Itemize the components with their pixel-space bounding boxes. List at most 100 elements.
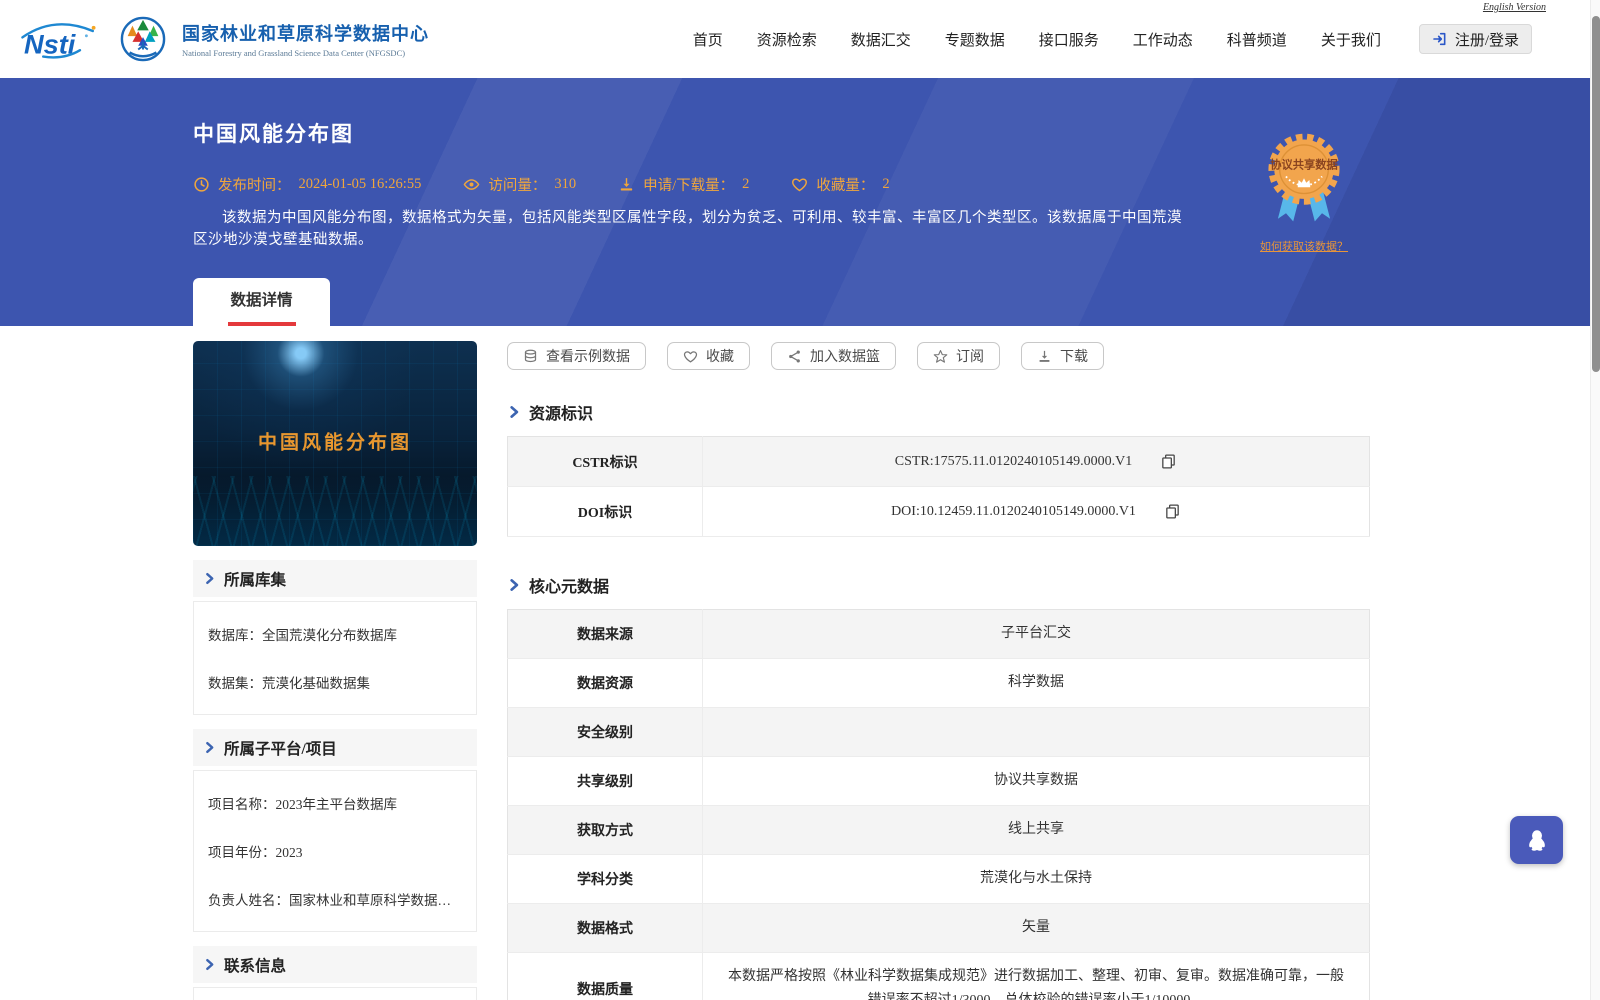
logo-group: Nsti 国家林业和草原科学数据中心 National Forestry and… (16, 13, 429, 65)
org-name-en: National Forestry and Grassland Science … (182, 48, 406, 58)
project-leader-item: 负责人姓名：国家林业和草原科学数据… (208, 893, 451, 908)
visit-count: 访问量： 310 (463, 174, 576, 195)
dataset-description: 该数据为中国风能分布图，数据格式为矢量，包括风能类型区属性字段，划分为贫乏、可利… (193, 210, 1182, 248)
security-level-value (702, 707, 1370, 757)
core-metadata-table: 数据来源 子平台汇交 数据资源 科学数据 安全级别 共享级别 协议共享数据 获取… (507, 609, 1370, 1000)
download-icon (620, 178, 633, 191)
table-row: 数据格式 矢量 (507, 903, 1370, 953)
page: Nsti 国家林业和草原科学数据中心 National Forestry and… (0, 0, 1590, 1000)
nav-item-topic-data[interactable]: 专题数据 (945, 29, 1005, 50)
view-sample-data-button[interactable]: 查看示例数据 (507, 342, 646, 370)
download-count-label: 申请/下载量： (643, 178, 735, 194)
data-source-value: 子平台汇交 (702, 609, 1370, 659)
download-label: 下载 (1060, 350, 1088, 365)
section-library-box: 数据库：全国荒漠化分布数据库 数据集：荒漠化基础数据集 (193, 601, 477, 715)
access-method-label: 获取方式 (507, 805, 703, 855)
table-row: 数据来源 子平台汇交 (507, 609, 1370, 659)
dataset-item: 数据集：荒漠化基础数据集 (208, 676, 370, 691)
table-row: 数据质量 本数据严格按照《林业科学数据集成规范》进行数据加工、整理、初审、复审。… (507, 952, 1370, 1000)
data-source-label: 数据来源 (507, 609, 703, 659)
section-contact-box: 冯益明 (193, 987, 477, 1000)
subscribe-label: 订阅 (956, 350, 984, 365)
english-version-link[interactable]: English Version (1483, 2, 1546, 13)
action-button-row: 查看示例数据 收藏 加入数据篮 订阅 下载 (507, 342, 1370, 370)
org-name: 国家林业和草原科学数据中心 (182, 24, 429, 44)
share-badge-block: 协议共享数据 如何获取该数据？ (1248, 128, 1360, 255)
chevron-right-icon (206, 572, 214, 585)
favorite-button[interactable]: 收藏 (667, 342, 750, 370)
data-resource-value: 科学数据 (702, 658, 1370, 708)
clock-icon (194, 177, 209, 192)
nav-item-work-news[interactable]: 工作动态 (1133, 29, 1193, 50)
section-subplatform-project: 所属子平台/项目 项目名称：2023年主平台数据库 项目年份：2023 负责人姓… (193, 729, 477, 932)
download-count-value: 2 (742, 176, 750, 192)
publish-time-value: 2024-01-05 16:26:55 (298, 176, 422, 192)
dataset-title: 中国风能分布图 (193, 122, 354, 146)
qq-icon (1528, 830, 1545, 851)
visit-count-value: 310 (554, 176, 577, 192)
qq-chat-button[interactable] (1510, 816, 1563, 864)
resource-id-title: 资源标识 (529, 406, 594, 423)
section-library-collection: 所属库集 数据库：全国荒漠化分布数据库 数据集：荒漠化基础数据集 (193, 560, 477, 715)
favorite-count-value: 2 (882, 176, 890, 192)
data-quality-label: 数据质量 (507, 952, 703, 1000)
badge-text: 协议共享数据 (1270, 157, 1338, 171)
subject-category-label: 学科分类 (507, 854, 703, 904)
cstr-label: CSTR标识 (507, 436, 703, 487)
eye-icon (463, 179, 480, 190)
heart-icon (683, 350, 698, 362)
section-contact-title: 联系信息 (224, 957, 287, 975)
nav-item-data-submission[interactable]: 数据汇交 (851, 29, 911, 50)
cstr-value: CSTR:17575.11.0120240105149.0000.V1 (894, 453, 1133, 469)
project-year-item: 项目年份：2023 (208, 845, 303, 860)
publish-time: 发布时间： 2024-01-05 16:26:55 (193, 174, 421, 195)
section-contact-info: 联系信息 冯益明 (193, 946, 477, 1000)
resource-id-table: CSTR标识 CSTR:17575.11.0120240105149.0000.… (507, 436, 1370, 537)
copy-icon[interactable] (1164, 503, 1181, 520)
download-button[interactable]: 下载 (1021, 342, 1104, 370)
login-register-button[interactable]: 注册/登录 (1418, 24, 1532, 54)
copy-icon[interactable] (1160, 453, 1177, 470)
nav-item-resource-search[interactable]: 资源检索 (757, 29, 817, 50)
chevron-right-icon (510, 406, 519, 418)
core-metadata-title: 核心元数据 (529, 579, 610, 596)
add-to-basket-label: 加入数据篮 (810, 350, 880, 365)
table-row: 学科分类 荒漠化与水土保持 (507, 854, 1370, 904)
nfgsdc-logo (120, 16, 166, 62)
protocol-share-badge: 协议共享数据 (1268, 133, 1340, 222)
dataset-thumbnail: 中国风能分布图 (193, 341, 477, 546)
tab-data-detail[interactable]: 数据详情 (193, 278, 330, 326)
access-method-value: 线上共享 (702, 805, 1370, 855)
view-sample-data-label: 查看示例数据 (546, 350, 630, 365)
table-row: 安全级别 (507, 707, 1370, 757)
main-content: 中国风能分布图 所属库集 数据库：全国荒漠化分布数据库 数据集：荒漠化基础数据集 (193, 326, 1370, 1000)
favorite-label: 收藏 (706, 350, 734, 365)
favorite-count: 收藏量： 2 (791, 174, 890, 195)
main-nav: 首页 资源检索 数据汇交 专题数据 接口服务 工作动态 科普频道 关于我们 (693, 29, 1381, 50)
database-item: 数据库：全国荒漠化分布数据库 (208, 628, 397, 643)
nav-item-science-channel[interactable]: 科普频道 (1227, 29, 1287, 50)
section-library-title: 所属库集 (224, 571, 287, 589)
chevron-right-icon (510, 579, 519, 591)
data-resource-label: 数据资源 (507, 658, 703, 708)
nav-item-about-us[interactable]: 关于我们 (1321, 29, 1381, 50)
subscribe-button[interactable]: 订阅 (917, 342, 1000, 370)
star-icon (933, 349, 948, 363)
login-icon (1433, 32, 1446, 46)
publish-time-label: 发布时间： (218, 178, 291, 194)
how-to-get-data-link[interactable]: 如何获取该数据？ (1260, 238, 1348, 254)
section-subplatform-box: 项目名称：2023年主平台数据库 项目年份：2023 负责人姓名：国家林业和草原… (193, 770, 477, 932)
section-contact-header: 联系信息 (193, 946, 477, 983)
download-count: 申请/下载量： 2 (618, 174, 749, 195)
login-register-label: 注册/登录 (1454, 32, 1519, 49)
nsti-logo: Nsti (21, 23, 96, 59)
share-level-label: 共享级别 (507, 756, 703, 806)
nav-item-home[interactable]: 首页 (693, 29, 723, 50)
nav-item-api-service[interactable]: 接口服务 (1039, 29, 1099, 50)
scrollbar-thumb[interactable] (1592, 16, 1600, 372)
add-to-basket-button[interactable]: 加入数据篮 (771, 342, 896, 370)
left-sidebar: 中国风能分布图 所属库集 数据库：全国荒漠化分布数据库 数据集：荒漠化基础数据集 (193, 326, 477, 1000)
favorite-count-label: 收藏量： (816, 178, 875, 194)
org-title-block: 国家林业和草原科学数据中心 National Forestry and Gras… (182, 20, 429, 58)
doi-value: DOI:10.12459.11.0120240105149.0000.V1 (891, 503, 1136, 519)
